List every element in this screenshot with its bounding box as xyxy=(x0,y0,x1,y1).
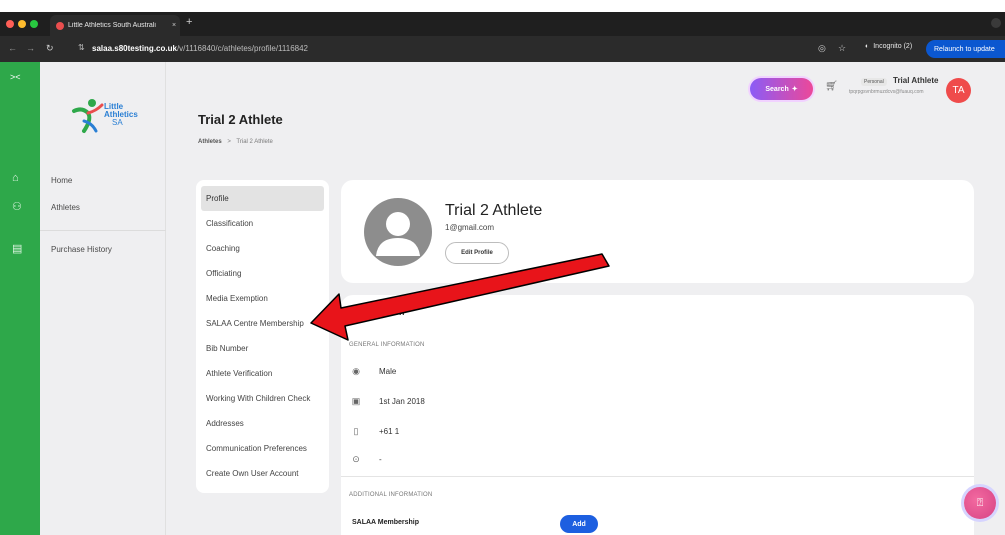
info-divider xyxy=(341,476,974,477)
info-row-gender: ◉ Male xyxy=(349,364,396,378)
information-title: ation xyxy=(383,307,405,317)
menu-item-media-exemption[interactable]: Media Exemption xyxy=(201,286,324,311)
back-icon[interactable]: ← xyxy=(8,43,17,53)
little-athletics-logo[interactable]: Little Athletics SA xyxy=(70,97,150,137)
add-membership-button[interactable]: Add xyxy=(560,515,598,533)
information-card: ation GENERAL INFORMATION ◉ Male ▣ 1st J… xyxy=(341,295,974,535)
url-host: salaa.s80testing.co.uk xyxy=(92,44,177,53)
search-label: Search xyxy=(765,85,789,93)
sidebar-item-home[interactable]: Home xyxy=(51,176,72,185)
menu-item-coaching[interactable]: Coaching xyxy=(201,236,324,261)
info-row-dob: ▣ 1st Jan 2018 xyxy=(349,394,425,408)
breadcrumb-separator: > xyxy=(227,139,231,145)
app-root: >< ⌂ ⚇ ▤ Little Athletics SA Home Athlet… xyxy=(0,62,1005,535)
menu-item-athlete-verification[interactable]: Athlete Verification xyxy=(201,361,324,386)
new-tab-button[interactable]: + xyxy=(186,16,192,28)
gender-value: Male xyxy=(379,366,397,376)
tab-title: Little Athletics South Australi xyxy=(68,22,156,29)
sparkle-icon: ✦ xyxy=(791,86,798,93)
cake-icon: ▣ xyxy=(351,395,361,406)
minimize-window-dot[interactable] xyxy=(18,20,26,28)
phone-icon: ▯ xyxy=(353,425,359,436)
breadcrumb-current: Trial 2 Athlete xyxy=(236,139,273,145)
cart-icon[interactable]: 🛒︎ xyxy=(825,81,838,92)
menu-item-classification[interactable]: Classification xyxy=(201,211,324,236)
profile-card: Trial 2 Athlete 1@gmail.com Edit Profile xyxy=(341,180,974,283)
site-settings-icon[interactable]: ⇅ xyxy=(78,43,85,52)
breadcrumb-athletes[interactable]: Athletes xyxy=(198,139,222,145)
menu-item-officiating[interactable]: Officiating xyxy=(201,261,324,286)
menu-item-create-own-user-account[interactable]: Create Own User Account xyxy=(201,461,324,486)
relaunch-button[interactable]: Relaunch to update xyxy=(926,40,1005,58)
close-window-dot[interactable] xyxy=(6,20,14,28)
reload-icon[interactable]: ↻ xyxy=(46,43,54,54)
page-title: Trial 2 Athlete xyxy=(198,112,283,127)
collapse-toggle-icon[interactable]: >< xyxy=(10,72,21,82)
info-row-phone: ▯ +61 1 xyxy=(349,424,400,438)
incognito-icon: ◐ xyxy=(865,43,870,50)
url-path: /v/1116840/c/athletes/profile/1116842 xyxy=(176,44,308,53)
maximize-window-dot[interactable] xyxy=(30,20,38,28)
home-icon[interactable]: ⌂ xyxy=(12,172,19,184)
profile-menu: Profile Classification Coaching Officiat… xyxy=(196,180,329,493)
menu-item-bib-number[interactable]: Bib Number xyxy=(201,336,324,361)
favicon-icon xyxy=(56,21,64,30)
receipt-icon[interactable]: ▤ xyxy=(12,242,22,255)
breadcrumb: Athletes > Trial 2 Athlete xyxy=(198,139,273,145)
left-rail: >< ⌂ ⚇ ▤ xyxy=(0,62,40,535)
relaunch-label: Relaunch to update xyxy=(934,45,995,53)
help-chat-button[interactable]: ⍰ xyxy=(964,487,996,519)
runner-logo-icon xyxy=(72,99,104,133)
menu-item-communication-preferences[interactable]: Communication Preferences xyxy=(201,436,324,461)
location-icon: ⊙ xyxy=(352,453,360,464)
phone-value: +61 1 xyxy=(379,426,400,436)
salaa-membership-label: SALAA Membership xyxy=(352,519,420,526)
top-strip xyxy=(0,0,1005,12)
edit-profile-button[interactable]: Edit Profile xyxy=(445,242,509,264)
menu-item-salaa-centre-membership[interactable]: SALAA Centre Membership xyxy=(201,311,324,336)
browser-toolbar: ← → ↻ ⇅ salaa.s80testing.co.uk/v/1116840… xyxy=(0,36,1005,62)
sidebar: Little Athletics SA Home Athletes Purcha… xyxy=(40,62,166,535)
profile-email: 1@gmail.com xyxy=(445,223,495,232)
logo-wordmark: Little Athletics SA xyxy=(104,102,138,127)
sidebar-divider xyxy=(40,230,166,231)
location-value: - xyxy=(379,454,382,464)
sidebar-item-athletes[interactable]: Athletes xyxy=(51,203,80,212)
profile-name: Trial 2 Athlete xyxy=(445,202,543,219)
bookmark-star-icon[interactable]: ☆ xyxy=(838,43,846,54)
persona-badge: Personal xyxy=(861,78,887,86)
user-name[interactable]: Trial Athlete xyxy=(893,76,939,85)
incognito-label: Incognito (2) xyxy=(873,43,913,50)
incognito-indicator[interactable]: ◐ Incognito (2) xyxy=(865,43,912,50)
menu-item-addresses[interactable]: Addresses xyxy=(201,411,324,436)
chat-icon: ⍰ xyxy=(976,496,984,509)
tab-search-icon[interactable] xyxy=(991,18,1001,28)
info-row-location: ⊙ - xyxy=(349,452,382,466)
user-avatar[interactable]: TA xyxy=(946,78,971,103)
eye-off-icon[interactable]: ◎ xyxy=(818,43,826,54)
users-icon[interactable]: ⚇ xyxy=(12,200,22,213)
dob-value: 1st Jan 2018 xyxy=(379,396,425,406)
browser-tab[interactable]: Little Athletics South Australi × xyxy=(50,15,180,36)
menu-item-working-with-children-check[interactable]: Working With Children Check xyxy=(201,386,324,411)
sidebar-item-purchase-history[interactable]: Purchase History xyxy=(51,245,112,254)
additional-information-label: ADDITIONAL INFORMATION xyxy=(349,492,433,498)
gender-icon: ◉ xyxy=(352,365,360,376)
forward-icon[interactable]: → xyxy=(26,43,35,53)
menu-item-profile[interactable]: Profile xyxy=(201,186,324,211)
browser-tab-bar: Little Athletics South Australi × + xyxy=(0,12,1005,36)
general-information-label: GENERAL INFORMATION xyxy=(349,342,425,348)
tab-close-icon[interactable]: × xyxy=(168,22,180,29)
search-button[interactable]: Search ✦ xyxy=(750,78,813,100)
address-bar[interactable]: salaa.s80testing.co.uk/v/1116840/c/athle… xyxy=(92,44,308,53)
user-email: tpqrpgsvnbrmuzdcvs@fuauq.com xyxy=(849,89,924,95)
profile-avatar-icon xyxy=(364,198,432,266)
